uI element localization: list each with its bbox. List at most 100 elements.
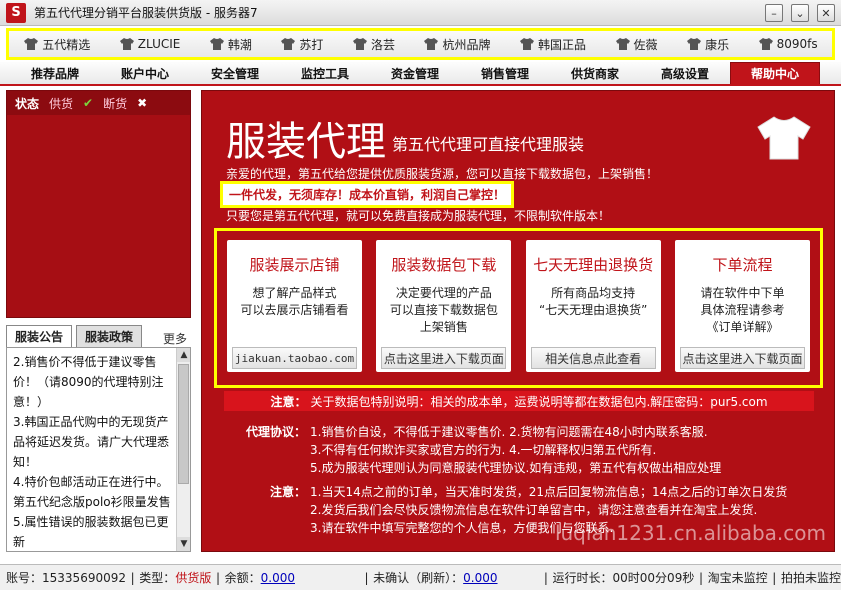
taobao-monitor-status: 淘宝未监控 bbox=[707, 571, 768, 585]
balance-value[interactable]: 0.000 bbox=[261, 571, 295, 585]
scroll-thumb[interactable] bbox=[178, 364, 189, 484]
out-of-stock-label: 断货 bbox=[103, 96, 128, 111]
tshirt-icon bbox=[687, 38, 702, 50]
brand-label: 杭州品牌 bbox=[442, 37, 491, 52]
brand-item[interactable]: 韩国正品 bbox=[519, 36, 586, 53]
hero-subtitle: 第五代代理可直接代理服装 bbox=[392, 135, 585, 154]
supply-label: 供货 bbox=[49, 96, 74, 111]
tshirt-icon bbox=[520, 38, 535, 50]
tshirt-icon bbox=[352, 38, 367, 50]
card-body: 请在软件中下单 具体流程请参考 《订单详解》 bbox=[700, 286, 785, 334]
card-return-policy: 七天无理由退换货 所有商品均支持 “七天无理由退换货” 相关信息点此查看 bbox=[525, 240, 661, 372]
notice-scrollbar[interactable]: ▲ ▼ bbox=[176, 348, 190, 551]
agreement-line: 3.不得有任何欺诈买家或官方的行为. 4.一切解释权归第五代所有. bbox=[310, 443, 657, 457]
card-body: 决定要代理的产品 可以直接下载数据包 上架销售 bbox=[389, 286, 498, 334]
type-value: 供货版 bbox=[175, 571, 212, 585]
paipai-monitor-status: 拍拍未监控 bbox=[780, 571, 841, 585]
highlight-slogan: 一件代发，无须库存！成本价直销，利润自己掌控！ bbox=[220, 181, 515, 208]
tshirt-icon bbox=[758, 38, 773, 50]
brand-bar: 五代精选 ZLUCIE 韩潮 苏打 洛芸 杭州品牌 韩国正品 佐薇 康乐 809… bbox=[6, 28, 835, 60]
agreement-line: 5.成为服装代理则认为同意服装代理协议.如有违规，第五代有权做出相应处理 bbox=[310, 461, 722, 475]
card-title: 服装展示店铺 bbox=[249, 256, 340, 274]
menu-security[interactable]: 安全管理 bbox=[190, 62, 280, 84]
notice-tabs: 服装公告 服装政策 更多 bbox=[6, 325, 191, 347]
agreement-line: 1.销售价自设，不得低于建议零售价. 2.货物有问题需在48小时内联系客服. bbox=[310, 425, 708, 439]
brand-item[interactable]: 韩潮 bbox=[209, 36, 252, 53]
help-main-panel: 服装代理 第五代代理可直接代理服装 亲爱的代理，第五代给您提供优质服装货源，您可… bbox=[201, 90, 835, 552]
brand-item[interactable]: 杭州品牌 bbox=[423, 36, 491, 53]
status-panel: 状态 供货 ✔ 断货 ✖ bbox=[6, 90, 191, 318]
tshirt-icon bbox=[24, 38, 39, 50]
agreement-label: 代理协议： bbox=[245, 425, 306, 439]
agent-agreement: 代理协议： 1.销售价自设，不得低于建议零售价. 2.货物有问题需在48小时内联… bbox=[224, 423, 814, 537]
notice-list-box: 2.销售价不得低于建议零售价！（请8090的代理特别注意！） 3.韩国正品代购中… bbox=[6, 347, 191, 552]
card-body: 所有商品均支持 “七天无理由退换货” bbox=[538, 286, 648, 317]
list-item[interactable]: 3.韩国正品代购中的无现货产品将延迟发货。请广大代理悉知！ bbox=[13, 412, 172, 472]
brand-item[interactable]: 五代精选 bbox=[23, 36, 90, 53]
brand-item[interactable]: 洛芸 bbox=[352, 36, 395, 53]
shipping-line: 2.发货后我们会尽快反馈物流信息在软件订单留言中，请您注意查看并在淘宝上发货. bbox=[310, 503, 758, 517]
list-item[interactable]: 4.特价包邮活动正在进行中。第五代纪念版polo衫限量发售 bbox=[13, 472, 172, 512]
tshirt-icon bbox=[757, 116, 811, 160]
menu-help-center[interactable]: 帮助中心 bbox=[730, 62, 820, 84]
brand-label: 韩潮 bbox=[227, 37, 252, 52]
menu-suppliers[interactable]: 供货商家 bbox=[550, 62, 640, 84]
brand-label: 康乐 bbox=[705, 37, 730, 52]
brand-item[interactable]: ZLUCIE bbox=[119, 37, 180, 51]
card-data-download: 服装数据包下载 决定要代理的产品 可以直接下载数据包 上架销售 点击这里进入下载… bbox=[376, 240, 512, 372]
menu-recommended-brands[interactable]: 推荐品牌 bbox=[10, 62, 100, 84]
view-info-button[interactable]: 相关信息点此查看 bbox=[530, 347, 656, 369]
shipping-label: 注意： bbox=[269, 485, 306, 499]
tab-clothing-policy[interactable]: 服装政策 bbox=[76, 325, 143, 347]
card-title: 服装数据包下载 bbox=[391, 256, 497, 274]
brand-label: 佐薇 bbox=[633, 37, 658, 52]
tshirt-icon bbox=[209, 38, 224, 50]
minimize-button[interactable]: – bbox=[765, 4, 783, 22]
brand-label: 韩国正品 bbox=[538, 37, 587, 52]
menu-monitor-tools[interactable]: 监控工具 bbox=[280, 62, 370, 84]
brand-label: 8090fs bbox=[776, 37, 818, 51]
balance-label: 余额： bbox=[224, 571, 261, 585]
list-item[interactable]: 5.属性错误的服装数据包已更新 bbox=[13, 512, 172, 551]
cross-icon: ✖ bbox=[137, 96, 148, 110]
card-showcase-store: 服装展示店铺 想了解产品样式 可以去展示店铺看看 jiakuan.taobao.… bbox=[227, 240, 362, 372]
unconfirmed-value[interactable]: 0.000 bbox=[463, 571, 497, 585]
app-logo-icon: S bbox=[6, 2, 26, 23]
status-title: 状态 bbox=[15, 96, 40, 111]
scroll-up-icon[interactable]: ▲ bbox=[177, 348, 190, 362]
restore-button[interactable]: ⌄ bbox=[791, 4, 809, 22]
close-button[interactable]: ✕ bbox=[817, 4, 835, 22]
scroll-down-icon[interactable]: ▼ bbox=[177, 537, 190, 551]
list-item[interactable]: 2.销售价不得低于建议零售价！（请8090的代理特别注意！） bbox=[13, 352, 172, 412]
download-page-button-2[interactable]: 点击这里进入下载页面 bbox=[679, 347, 805, 369]
tshirt-icon bbox=[424, 38, 439, 50]
menu-sales[interactable]: 销售管理 bbox=[460, 62, 550, 84]
main-menu: 推荐品牌 账户中心 安全管理 监控工具 资金管理 销售管理 供货商家 高级设置 … bbox=[0, 62, 841, 86]
brand-item[interactable]: 8090fs bbox=[758, 37, 818, 51]
intro-text-2: 只要您是第五代代理，就可以免费直接成为服装代理，不限制软件版本！ bbox=[226, 209, 611, 223]
brand-item[interactable]: 苏打 bbox=[280, 36, 323, 53]
menu-account-center[interactable]: 账户中心 bbox=[100, 62, 190, 84]
more-link[interactable]: 更多 bbox=[163, 330, 187, 347]
menu-advanced-settings[interactable]: 高级设置 bbox=[640, 62, 730, 84]
tab-clothing-announcement[interactable]: 服装公告 bbox=[6, 325, 73, 347]
check-icon: ✔ bbox=[83, 96, 94, 110]
tshirt-icon bbox=[281, 38, 296, 50]
unconfirmed-label: 未确认（刷新）： bbox=[373, 571, 464, 585]
menu-funds[interactable]: 资金管理 bbox=[370, 62, 460, 84]
brand-item[interactable]: 康乐 bbox=[686, 36, 729, 53]
card-title: 下单流程 bbox=[712, 256, 773, 274]
download-page-button[interactable]: 点击这里进入下载页面 bbox=[381, 347, 507, 369]
runtime-value: 00时00分09秒 bbox=[612, 571, 695, 585]
account-value: 15335690092 bbox=[42, 570, 126, 585]
store-link-button[interactable]: jiakuan.taobao.com bbox=[232, 347, 357, 369]
brand-label: 洛芸 bbox=[370, 37, 395, 52]
window-title: 第五代代理分销平台服装供货版 - 服务器7 bbox=[34, 6, 258, 20]
tshirt-icon bbox=[119, 38, 134, 50]
brand-item[interactable]: 佐薇 bbox=[615, 36, 658, 53]
card-order-process: 下单流程 请在软件中下单 具体流程请参考 《订单详解》 点击这里进入下载页面 bbox=[674, 240, 810, 372]
notice-text: 关于数据包特别说明：相关的成本单，运费说明等都在数据包内.解压密码：pur5.c… bbox=[310, 394, 768, 409]
runtime-label: 运行时长： bbox=[552, 571, 613, 585]
hero-title: 服装代理 bbox=[226, 119, 386, 165]
status-bar: 账号： 15335690092 | 类型： 供货版 | 余额： 0.000 | … bbox=[0, 564, 841, 590]
